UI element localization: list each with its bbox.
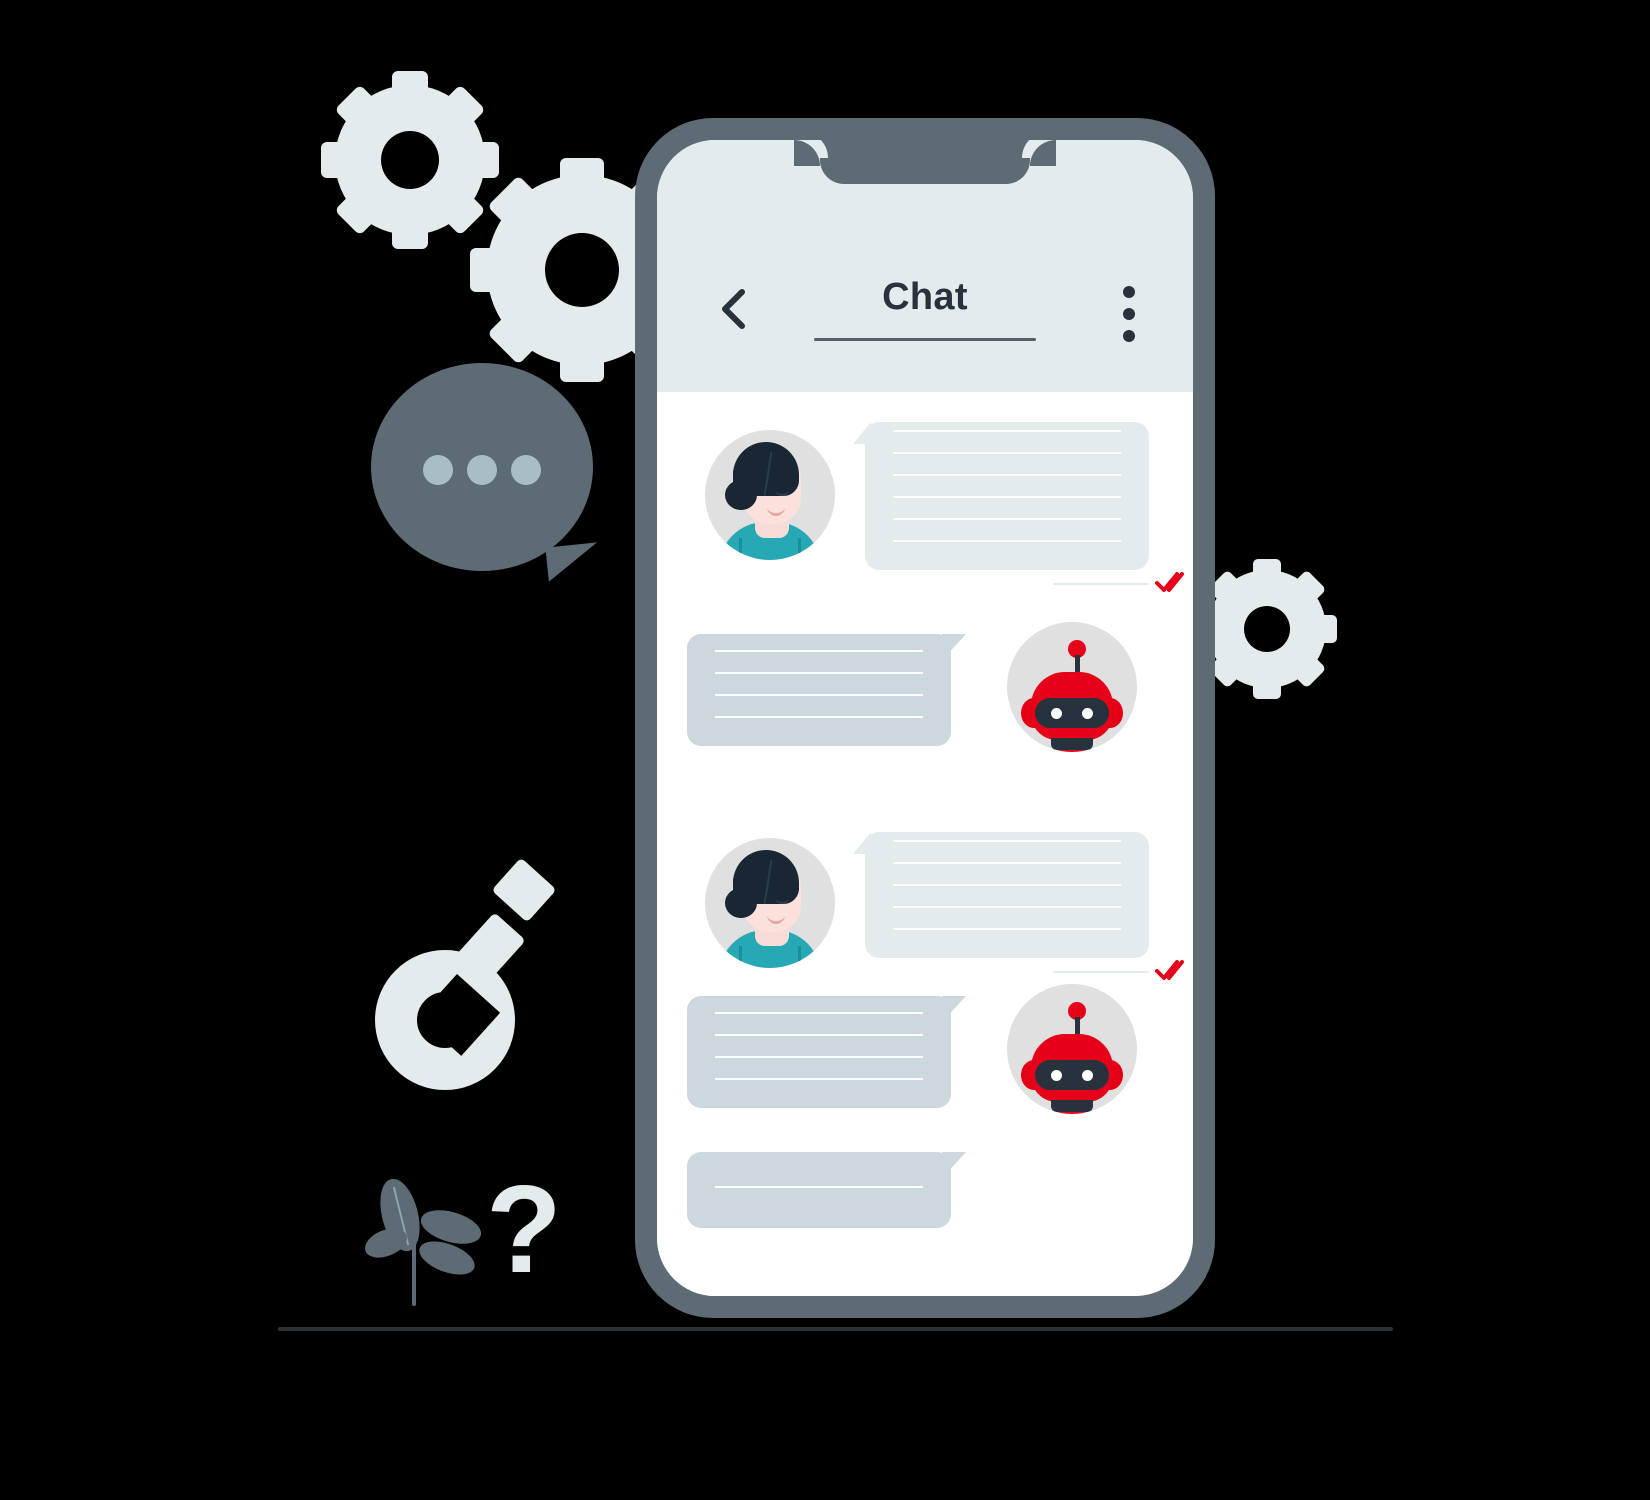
phone-notch [794, 140, 1056, 184]
robot-avatar[interactable] [1007, 984, 1137, 1114]
magnifier-icon [375, 857, 557, 1090]
phone-frame: Chat [635, 118, 1215, 1318]
bubble-tail [942, 996, 966, 1022]
double-check-icon [1155, 572, 1184, 592]
bubble-tail [942, 634, 966, 660]
list-item [657, 392, 1193, 592]
kebab-menu-icon[interactable] [1123, 286, 1135, 342]
bubble-tail [853, 832, 871, 854]
typing-bubble-icon [371, 363, 601, 582]
list-item [657, 612, 1193, 802]
list-item [657, 1130, 1193, 1260]
list-item [657, 810, 1193, 1000]
robot-avatar[interactable] [1007, 622, 1137, 752]
question-mark-icon: ? [486, 1161, 562, 1299]
message-bubble[interactable] [687, 1152, 951, 1228]
plant-icon [358, 1174, 488, 1306]
message-bubble[interactable] [687, 996, 951, 1108]
receipt-rule [1053, 583, 1149, 585]
woman-avatar[interactable] [705, 838, 835, 968]
bubble-tail [942, 1152, 966, 1178]
phone-screen: Chat [657, 140, 1193, 1296]
message-bubble[interactable] [865, 832, 1149, 958]
status-bar: Chat [657, 140, 1193, 392]
gear-small-icon [321, 71, 499, 249]
illustration-canvas: ? Chat [0, 0, 1650, 1500]
title-underline [814, 338, 1036, 341]
nav-bar: Chat [657, 270, 1193, 360]
message-bubble[interactable] [865, 422, 1149, 570]
woman-avatar[interactable] [705, 430, 835, 560]
bubble-tail [853, 422, 871, 444]
message-bubble[interactable] [687, 634, 951, 746]
page-title: Chat [882, 276, 968, 318]
ground-line [278, 1327, 1393, 1331]
gear-right-icon [1197, 559, 1337, 699]
receipt-rule [1053, 971, 1149, 973]
message-list [657, 392, 1193, 1296]
